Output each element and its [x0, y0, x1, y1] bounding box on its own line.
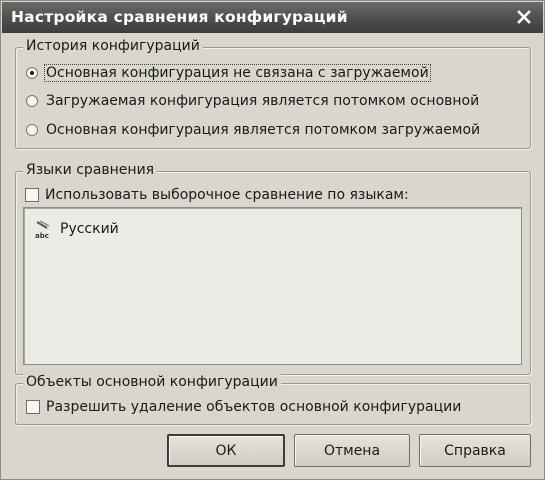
radio-option-main-descendant[interactable]: Основная конфигурация является потомком … [26, 122, 480, 138]
history-group-label: История конфигураций [23, 38, 203, 54]
config-compare-dialog: Настройка сравнения конфигураций История… [0, 0, 545, 480]
radio-button[interactable] [26, 124, 38, 136]
ok-button[interactable]: ОК [167, 434, 285, 467]
close-button[interactable] [512, 6, 536, 28]
selective-language-compare-checkbox[interactable] [25, 188, 39, 202]
allow-delete-objects-checkbox-row[interactable]: Разрешить удаление объектов основной кон… [26, 399, 461, 415]
selective-language-compare-label: Использовать выборочное сравнение по язы… [45, 187, 409, 203]
title-bar[interactable]: Настройка сравнения конфигураций [2, 2, 543, 33]
objects-group-label: Объекты основной конфигурации [23, 374, 281, 390]
cancel-button[interactable]: Отмена [294, 434, 410, 467]
radio-button[interactable] [26, 95, 38, 107]
languages-group-label: Языки сравнения [23, 162, 158, 178]
languages-list[interactable]: abc Русский [23, 207, 522, 365]
allow-delete-objects-checkbox[interactable] [26, 400, 40, 414]
allow-delete-objects-label: Разрешить удаление объектов основной кон… [46, 399, 462, 415]
svg-text:abc: abc [35, 232, 49, 240]
language-label: Русский [60, 221, 119, 237]
language-icon: abc [34, 218, 56, 240]
radio-option-loaded-descendant[interactable]: Загружаемая конфигурация является потомк… [26, 93, 479, 109]
help-button[interactable]: Справка [419, 434, 531, 467]
list-item[interactable]: abc Русский [34, 218, 119, 240]
window-title: Настройка сравнения конфигураций [11, 8, 348, 26]
radio-option-label: Основная конфигурация не связана с загру… [44, 64, 431, 82]
selective-language-compare-checkbox-row[interactable]: Использовать выборочное сравнение по язы… [25, 187, 409, 203]
radio-option-label: Основная конфигурация является потомком … [46, 122, 481, 138]
close-icon [517, 10, 531, 24]
radio-button[interactable] [26, 67, 38, 79]
radio-option-label: Загружаемая конфигурация является потомк… [46, 93, 480, 109]
radio-option-not-related[interactable]: Основная конфигурация не связана с загру… [26, 64, 431, 82]
